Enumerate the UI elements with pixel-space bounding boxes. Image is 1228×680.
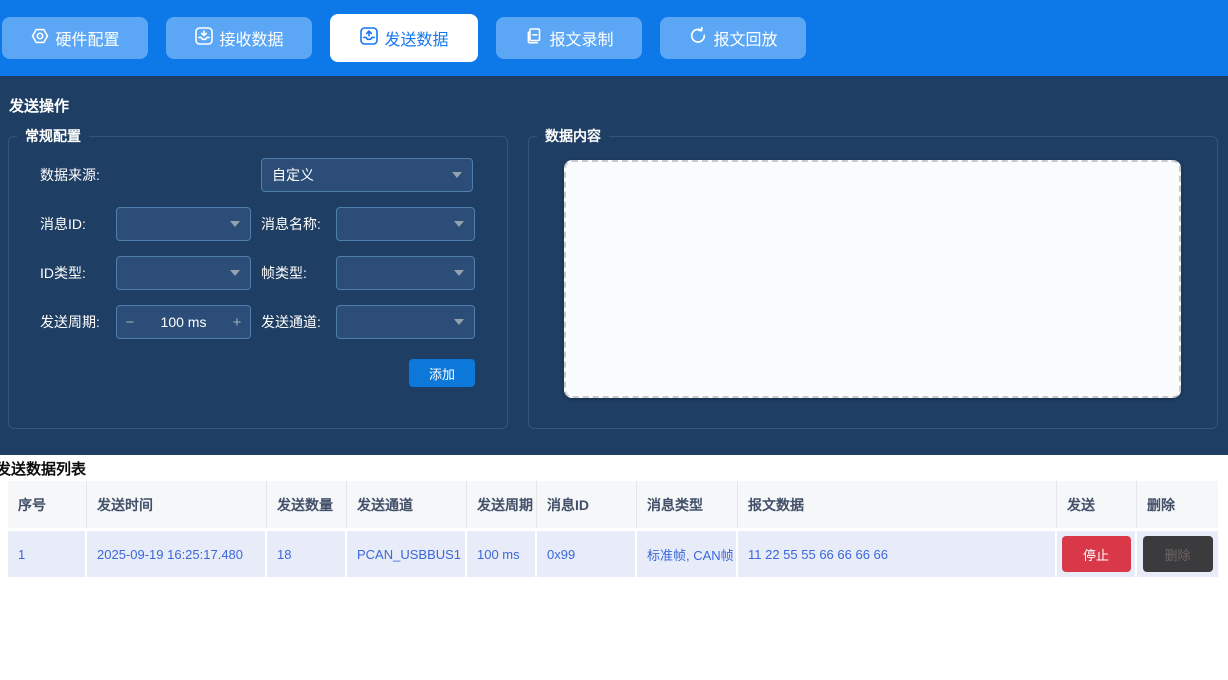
tab-message-record[interactable]: 报文录制 <box>496 17 642 59</box>
data-source-select[interactable]: 自定义 <box>261 158 473 192</box>
cell-payload: 11 22 55 55 66 66 66 66 <box>738 531 1057 577</box>
tab-label: 报文录制 <box>549 26 613 50</box>
message-id-label: 消息ID: <box>40 214 116 234</box>
col-header-msg-id: 消息ID <box>537 481 637 528</box>
receive-data-icon <box>194 26 214 51</box>
general-config-legend: 常规配置 <box>17 126 89 146</box>
send-operation-section: 发送操作 常规配置 数据来源: 自定义 消息ID: <box>0 76 1228 455</box>
frame-type-select[interactable] <box>336 256 475 290</box>
send-period-value[interactable]: 100 ms <box>143 314 224 330</box>
message-id-select[interactable] <box>116 207 251 241</box>
chevron-down-icon <box>454 221 464 227</box>
tab-message-replay[interactable]: 报文回放 <box>660 17 806 59</box>
hardware-config-icon <box>30 26 50 51</box>
chevron-down-icon <box>454 270 464 276</box>
stepper-plus-button[interactable]: + <box>224 314 250 331</box>
col-header-msg-type: 消息类型 <box>637 481 738 528</box>
cell-index: 1 <box>8 531 87 577</box>
cell-period: 100 ms <box>467 531 537 577</box>
col-header-index: 序号 <box>8 481 87 528</box>
data-source-label: 数据来源: <box>40 165 261 185</box>
cell-msg-type: 标准帧, CAN帧 <box>637 531 738 577</box>
message-record-icon <box>524 26 544 51</box>
col-header-payload: 报文数据 <box>738 481 1057 528</box>
cell-delete: 删除 <box>1137 531 1218 577</box>
table-row: 1 2025-09-19 16:25:17.480 18 PCAN_USBBUS… <box>8 531 1218 577</box>
data-content-legend: 数据内容 <box>537 126 609 146</box>
frame-type-label: 帧类型: <box>261 263 336 283</box>
stepper-minus-button[interactable]: − <box>117 314 143 331</box>
tab-label: 硬件配置 <box>55 26 119 50</box>
data-source-row: 数据来源: 自定义 <box>40 158 507 192</box>
message-id-row: 消息ID: 消息名称: <box>40 207 507 241</box>
general-config-panel: 常规配置 数据来源: 自定义 消息ID: 消息名称: <box>8 126 508 429</box>
tab-send-data[interactable]: 发送数据 <box>330 14 478 62</box>
cell-channel: PCAN_USBBUS1 <box>347 531 467 577</box>
chevron-down-icon <box>230 221 240 227</box>
cell-time: 2025-09-19 16:25:17.480 <box>87 531 267 577</box>
add-button[interactable]: 添加 <box>409 359 475 387</box>
page-title: 发送操作 <box>9 95 1218 116</box>
col-header-delete: 删除 <box>1137 481 1218 528</box>
data-content-dropzone[interactable] <box>564 160 1181 398</box>
col-header-time: 发送时间 <box>87 481 267 528</box>
data-content-panel: 数据内容 <box>528 126 1218 429</box>
col-header-period: 发送周期 <box>467 481 537 528</box>
id-type-row: ID类型: 帧类型: <box>40 256 507 290</box>
table-header-row: 序号 发送时间 发送数量 发送通道 发送周期 消息ID 消息类型 报文数据 发送… <box>8 481 1218 528</box>
send-period-stepper: − 100 ms + <box>116 305 251 339</box>
cell-count: 18 <box>267 531 347 577</box>
stop-button[interactable]: 停止 <box>1062 536 1131 572</box>
tab-label: 接收数据 <box>219 26 283 50</box>
tab-label: 报文回放 <box>713 26 777 50</box>
id-type-label: ID类型: <box>40 263 116 283</box>
message-name-label: 消息名称: <box>261 214 336 234</box>
delete-button[interactable]: 删除 <box>1143 536 1213 572</box>
cell-msg-id: 0x99 <box>537 531 637 577</box>
send-list-section: 发送数据列表 序号 发送时间 发送数量 发送通道 发送周期 消息ID 消息类型 … <box>0 455 1228 577</box>
chevron-down-icon <box>230 270 240 276</box>
send-list-table: 序号 发送时间 发送数量 发送通道 发送周期 消息ID 消息类型 报文数据 发送… <box>8 481 1218 577</box>
message-replay-icon <box>688 26 708 51</box>
chevron-down-icon <box>454 319 464 325</box>
top-toolbar: 硬件配置 接收数据 发送数据 <box>0 0 1228 76</box>
tab-hardware-config[interactable]: 硬件配置 <box>2 17 148 59</box>
chevron-down-icon <box>452 172 462 178</box>
tab-receive-data[interactable]: 接收数据 <box>166 17 312 59</box>
message-name-select[interactable] <box>336 207 475 241</box>
send-channel-select[interactable] <box>336 305 475 339</box>
cell-send: 停止 <box>1057 531 1137 577</box>
data-source-value: 自定义 <box>272 165 314 185</box>
send-period-row: 发送周期: − 100 ms + 发送通道: <box>40 305 507 339</box>
send-period-label: 发送周期: <box>40 312 116 332</box>
send-data-icon <box>359 26 379 51</box>
col-header-count: 发送数量 <box>267 481 347 528</box>
id-type-select[interactable] <box>116 256 251 290</box>
send-list-title: 发送数据列表 <box>0 458 1228 479</box>
col-header-send: 发送 <box>1057 481 1137 528</box>
tab-label: 发送数据 <box>384 26 448 50</box>
send-channel-label: 发送通道: <box>261 312 336 332</box>
col-header-channel: 发送通道 <box>347 481 467 528</box>
